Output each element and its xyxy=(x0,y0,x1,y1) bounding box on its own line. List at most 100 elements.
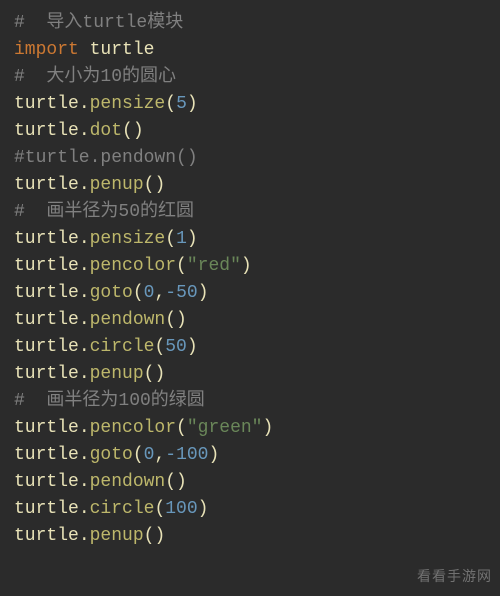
code-token: . xyxy=(79,499,90,519)
code-token: 0 xyxy=(144,445,155,465)
code-token: # 画半径为100的绿圆 xyxy=(14,391,205,411)
code-token: penup xyxy=(90,526,144,546)
code-token: . xyxy=(79,121,90,141)
code-token: ( xyxy=(165,94,176,114)
code-token: , xyxy=(154,283,165,303)
code-token: goto xyxy=(90,445,133,465)
code-token: . xyxy=(79,94,90,114)
code-token: () xyxy=(144,364,166,384)
code-line[interactable]: turtle.pencolor("green") xyxy=(14,415,486,442)
code-line[interactable]: turtle.circle(50) xyxy=(14,334,486,361)
code-token: 100 xyxy=(165,499,197,519)
code-token: turtle xyxy=(14,94,79,114)
code-token: turtle xyxy=(14,121,79,141)
code-token: turtle xyxy=(14,175,79,195)
code-token: pencolor xyxy=(90,256,176,276)
code-token: ) xyxy=(198,499,209,519)
code-line[interactable]: # 导入turtle模块 xyxy=(14,10,486,37)
code-token: . xyxy=(79,337,90,357)
code-token: "green" xyxy=(187,418,263,438)
code-line[interactable]: # 画半径为100的绿圆 xyxy=(14,388,486,415)
code-token: . xyxy=(79,526,90,546)
code-line[interactable]: #turtle.pendown() xyxy=(14,145,486,172)
code-line[interactable]: turtle.penup() xyxy=(14,361,486,388)
code-token: . xyxy=(79,256,90,276)
code-token: . xyxy=(79,418,90,438)
code-token: . xyxy=(79,283,90,303)
code-token: circle xyxy=(90,337,155,357)
code-token: ( xyxy=(133,283,144,303)
code-token: , xyxy=(154,445,165,465)
code-token xyxy=(79,40,90,60)
code-line[interactable]: turtle.pendown() xyxy=(14,469,486,496)
code-token: turtle xyxy=(14,229,79,249)
code-token: turtle xyxy=(14,364,79,384)
code-line[interactable]: # 大小为10的圆心 xyxy=(14,64,486,91)
code-token: 5 xyxy=(176,94,187,114)
code-token: turtle xyxy=(14,499,79,519)
code-token: penup xyxy=(90,364,144,384)
code-token: . xyxy=(79,229,90,249)
code-token: () xyxy=(144,175,166,195)
code-line[interactable]: turtle.goto(0,-50) xyxy=(14,280,486,307)
code-token: ( xyxy=(176,418,187,438)
code-line[interactable]: turtle.penup() xyxy=(14,172,486,199)
code-token: ( xyxy=(165,229,176,249)
code-token: dot xyxy=(90,121,122,141)
code-line[interactable]: turtle.penup() xyxy=(14,523,486,550)
code-token: pensize xyxy=(90,229,166,249)
code-token: () xyxy=(144,526,166,546)
code-token: goto xyxy=(90,283,133,303)
code-token: turtle xyxy=(14,337,79,357)
code-token: -50 xyxy=(165,283,197,303)
code-line[interactable]: turtle.pencolor("red") xyxy=(14,253,486,280)
code-token: pensize xyxy=(90,94,166,114)
code-line[interactable]: turtle.goto(0,-100) xyxy=(14,442,486,469)
code-token: . xyxy=(79,364,90,384)
code-token: -100 xyxy=(165,445,208,465)
code-editor[interactable]: # 导入turtle模块import turtle# 大小为10的圆心turtl… xyxy=(0,0,500,560)
code-token: import xyxy=(14,40,79,60)
code-token: ) xyxy=(198,283,209,303)
code-token: "red" xyxy=(187,256,241,276)
code-line[interactable]: turtle.pensize(5) xyxy=(14,91,486,118)
code-line[interactable]: turtle.dot() xyxy=(14,118,486,145)
code-line[interactable]: turtle.pendown() xyxy=(14,307,486,334)
code-token: () xyxy=(122,121,144,141)
code-token: pendown xyxy=(90,472,166,492)
code-token: 0 xyxy=(144,283,155,303)
code-token: () xyxy=(165,310,187,330)
code-token: . xyxy=(79,472,90,492)
code-line[interactable]: turtle.pensize(1) xyxy=(14,226,486,253)
code-line[interactable]: turtle.circle(100) xyxy=(14,496,486,523)
code-token: ) xyxy=(187,94,198,114)
code-token: ( xyxy=(133,445,144,465)
code-token: 50 xyxy=(165,337,187,357)
code-token: penup xyxy=(90,175,144,195)
code-token: turtle xyxy=(14,283,79,303)
watermark-label: 看看手游网 xyxy=(417,563,492,590)
code-token: () xyxy=(165,472,187,492)
code-line[interactable]: import turtle xyxy=(14,37,486,64)
code-token: ) xyxy=(209,445,220,465)
code-token: turtle xyxy=(90,40,155,60)
code-token: ) xyxy=(262,418,273,438)
code-token: turtle xyxy=(14,256,79,276)
code-token: turtle xyxy=(14,445,79,465)
code-token: # 画半径为50的红圆 xyxy=(14,202,194,222)
code-token: ) xyxy=(187,337,198,357)
code-token: 1 xyxy=(176,229,187,249)
code-token: . xyxy=(79,310,90,330)
code-token: pendown xyxy=(90,310,166,330)
code-line[interactable]: # 画半径为50的红圆 xyxy=(14,199,486,226)
code-token: ( xyxy=(154,337,165,357)
code-token: pencolor xyxy=(90,418,176,438)
code-token: turtle xyxy=(14,310,79,330)
code-token: # 导入turtle模块 xyxy=(14,13,183,33)
code-token: circle xyxy=(90,499,155,519)
code-token: . xyxy=(79,445,90,465)
code-token: #turtle.pendown() xyxy=(14,148,198,168)
code-token: turtle xyxy=(14,526,79,546)
code-token: ( xyxy=(154,499,165,519)
code-token: turtle xyxy=(14,418,79,438)
